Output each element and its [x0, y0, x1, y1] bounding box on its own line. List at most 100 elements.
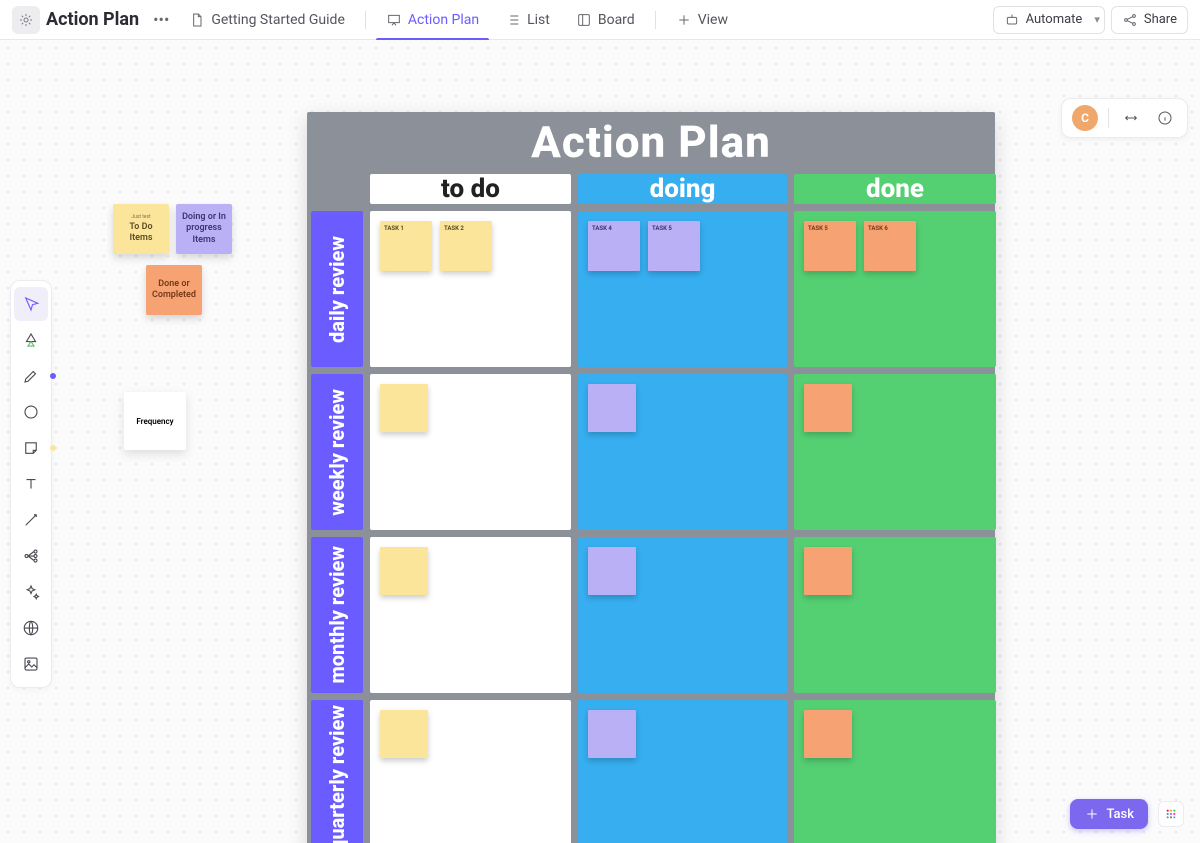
action-plan-board[interactable]: Action Plan to do doing done daily revie…	[307, 112, 995, 843]
cell-quarterly-todo[interactable]	[370, 700, 571, 843]
board-title: Action Plan	[307, 112, 995, 174]
task-card[interactable]	[380, 384, 428, 432]
whiteboard-canvas[interactable]: C Just text To Do Items Doing or In prog…	[0, 40, 1200, 843]
shape-tool[interactable]	[14, 395, 48, 429]
image-tool[interactable]	[14, 647, 48, 681]
corner-cell	[311, 174, 363, 204]
column-header-done: done	[794, 174, 996, 204]
column-header-todo: to do	[370, 174, 571, 204]
task-label: TASK 1	[384, 225, 404, 232]
whiteboard-icon	[386, 12, 402, 28]
text-tool[interactable]	[14, 467, 48, 501]
cell-daily-done[interactable]: TASK 5 TASK 6	[794, 211, 996, 367]
frequency-label: Frequency	[136, 417, 173, 426]
pen-tool[interactable]	[14, 359, 48, 393]
tab-label: Board	[598, 12, 635, 28]
tab-label: List	[527, 12, 550, 28]
web-tool[interactable]	[14, 611, 48, 645]
task-card[interactable]: TASK 1	[380, 221, 432, 271]
row-label-quarterly: quarterly review	[311, 700, 363, 843]
tab-list[interactable]: List	[495, 0, 560, 40]
cell-daily-doing[interactable]: TASK 4 TASK 5	[578, 211, 787, 367]
frequency-card[interactable]: Frequency	[124, 392, 186, 450]
cell-weekly-todo[interactable]	[370, 374, 571, 530]
robot-icon	[1004, 12, 1020, 28]
divider	[1108, 108, 1109, 128]
cell-quarterly-done[interactable]	[794, 700, 996, 843]
sticky-note-tool[interactable]	[14, 431, 48, 465]
automate-button[interactable]: Automate ▾	[993, 6, 1105, 34]
tab-label: Action Plan	[408, 12, 479, 28]
column-header-doing: doing	[578, 174, 787, 204]
cell-weekly-done[interactable]	[794, 374, 996, 530]
new-task-button[interactable]: Task	[1070, 799, 1148, 829]
task-label: TASK 6	[868, 225, 888, 232]
avatar[interactable]: C	[1072, 105, 1098, 131]
board-icon	[576, 12, 592, 28]
cell-monthly-doing[interactable]	[578, 537, 787, 693]
apps-button[interactable]	[1158, 801, 1184, 827]
task-button-label: Task	[1106, 807, 1134, 822]
row-label-weekly: weekly review	[311, 374, 363, 530]
info-icon[interactable]	[1153, 106, 1177, 130]
drawing-toolbar	[10, 280, 52, 688]
task-card[interactable]	[380, 710, 428, 758]
list-icon	[505, 12, 521, 28]
task-card[interactable]	[804, 547, 852, 595]
task-card[interactable]: TASK 6	[864, 221, 916, 271]
tab-label: View	[698, 12, 728, 28]
divider	[365, 11, 366, 29]
task-card[interactable]: TASK 5	[648, 221, 700, 271]
task-label: TASK 5	[808, 225, 828, 232]
select-tool[interactable]	[14, 287, 48, 321]
task-card[interactable]: TASK 5	[804, 221, 856, 271]
tab-board[interactable]: Board	[566, 0, 645, 40]
workspace-icon[interactable]	[12, 6, 40, 34]
automate-label: Automate	[1026, 12, 1083, 27]
chevron-down-icon[interactable]: ▾	[1088, 13, 1100, 26]
task-card[interactable]	[588, 710, 636, 758]
cell-quarterly-doing[interactable]	[578, 700, 787, 843]
share-icon	[1122, 12, 1138, 28]
canvas-controls: C	[1061, 98, 1188, 138]
fit-width-icon[interactable]	[1119, 106, 1143, 130]
share-button[interactable]: Share	[1111, 6, 1188, 34]
divider	[655, 11, 656, 29]
cell-monthly-todo[interactable]	[370, 537, 571, 693]
magic-tool[interactable]	[14, 575, 48, 609]
doc-icon	[189, 12, 205, 28]
tab-add-view[interactable]: View	[666, 0, 738, 40]
legend-doing-label: Doing or In progress Items	[182, 212, 226, 246]
cell-monthly-done[interactable]	[794, 537, 996, 693]
task-card[interactable]: TASK 4	[588, 221, 640, 271]
task-card[interactable]	[804, 710, 852, 758]
legend-done-label: Done or Completed	[152, 279, 196, 302]
task-card[interactable]	[380, 547, 428, 595]
legend-doing-note[interactable]: Doing or In progress Items	[176, 204, 232, 254]
task-label: TASK 5	[652, 225, 672, 232]
task-card[interactable]	[588, 384, 636, 432]
topbar: Action Plan ••• Getting Started Guide Ac…	[0, 0, 1200, 40]
connector-tool[interactable]	[14, 503, 48, 537]
mindmap-tool[interactable]	[14, 539, 48, 573]
task-card[interactable]: TASK 2	[440, 221, 492, 271]
task-card[interactable]	[588, 547, 636, 595]
row-label-monthly: monthly review	[311, 537, 363, 693]
cell-daily-todo[interactable]: TASK 1 TASK 2	[370, 211, 571, 367]
tab-getting-started[interactable]: Getting Started Guide	[179, 0, 355, 40]
tab-action-plan[interactable]: Action Plan	[376, 0, 489, 40]
share-label: Share	[1144, 12, 1177, 27]
legend-done-note[interactable]: Done or Completed	[146, 265, 202, 315]
task-label: TASK 4	[592, 225, 612, 232]
legend-todo-note[interactable]: Just text To Do Items	[113, 204, 169, 254]
cell-weekly-doing[interactable]	[578, 374, 787, 530]
legend-hint: Just text	[131, 214, 150, 220]
plus-icon	[676, 12, 692, 28]
task-label: TASK 2	[444, 225, 464, 232]
task-card[interactable]	[804, 384, 852, 432]
bottom-controls: Task	[1070, 799, 1184, 829]
page-menu-icon[interactable]: •••	[149, 10, 173, 29]
tab-label: Getting Started Guide	[211, 12, 345, 28]
legend-todo-label: To Do Items	[119, 222, 163, 245]
ai-tool[interactable]	[14, 323, 48, 357]
